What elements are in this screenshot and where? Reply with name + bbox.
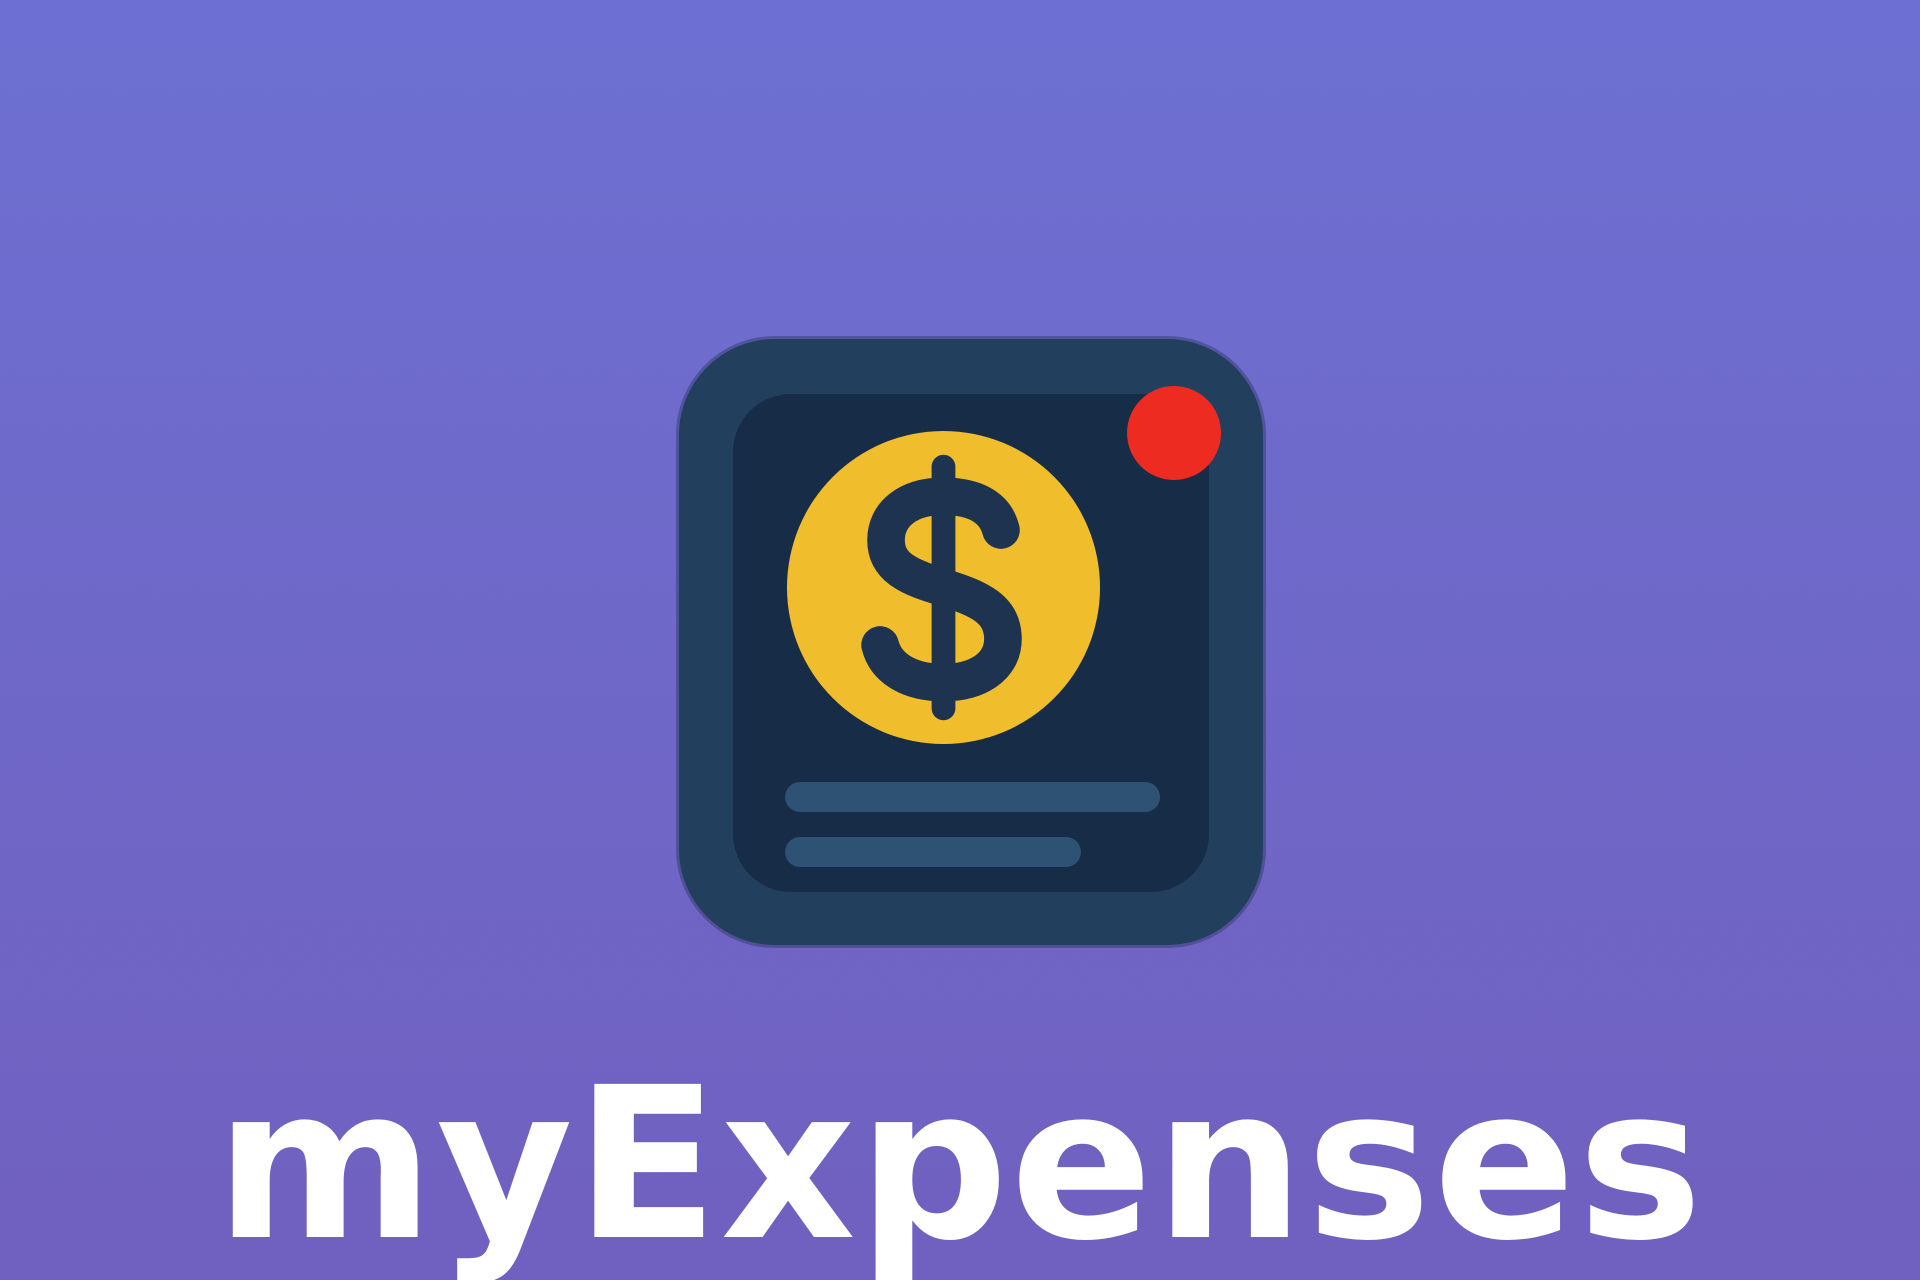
notification-badge-icon bbox=[1127, 386, 1221, 480]
dollar-sign-icon bbox=[786, 430, 1101, 745]
receipt-line-1 bbox=[785, 782, 1160, 812]
dollar-coin-icon bbox=[785, 429, 1102, 746]
app-name: myExpenses bbox=[215, 1042, 1705, 1280]
app-icon[interactable] bbox=[679, 339, 1263, 945]
receipt-line-2 bbox=[785, 837, 1081, 867]
receipt-panel bbox=[733, 394, 1209, 892]
